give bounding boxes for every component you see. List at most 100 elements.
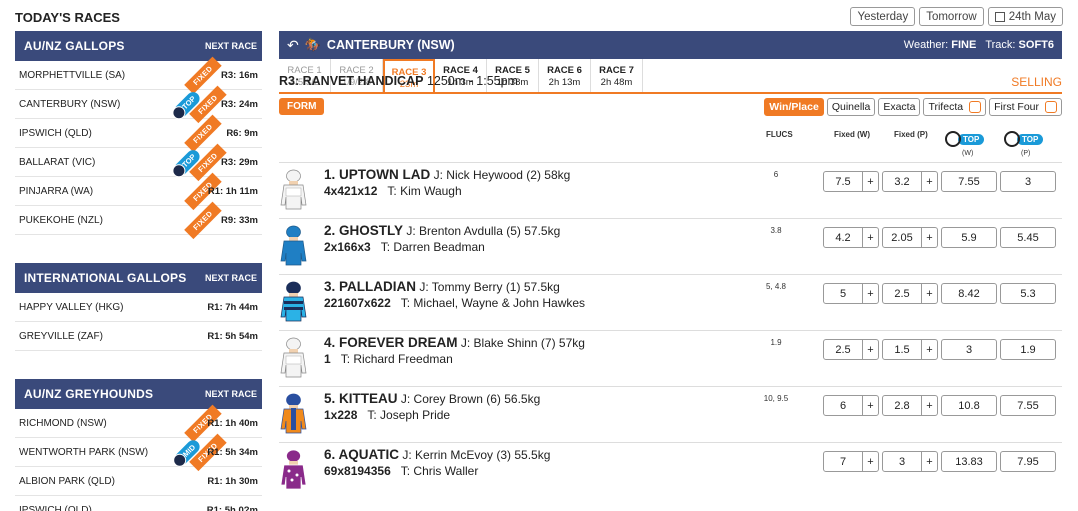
fixed-win-odds-button[interactable]: 2.5 + <box>823 339 879 360</box>
runner-form-line: 69x8194356 T: Chris Waller <box>324 464 478 478</box>
runner-form: 4x421x12 <box>324 184 378 198</box>
venue-row[interactable]: PINJARRA (WA) FIXED R1: 1h 11m <box>15 172 262 211</box>
fixed-place-odds-button[interactable]: 3.2 + <box>882 171 938 192</box>
add-bet-plus-icon[interactable]: + <box>862 452 878 471</box>
add-bet-plus-icon[interactable]: + <box>862 284 878 303</box>
next-race-time: R1: 1h 11m <box>207 185 258 197</box>
add-bet-plus-icon[interactable]: + <box>862 228 878 247</box>
runner-row: 6. AQUATIC J: Kerrin McEvoy (3) 55.5kg 69… <box>279 442 1062 498</box>
runner-row: 4. FOREVER DREAM J: Blake Shinn (7) 57kg… <box>279 330 1062 386</box>
exacta-button[interactable]: Exacta <box>878 98 921 116</box>
race-status: SELLING <box>1011 75 1062 89</box>
top-win-odds-button[interactable]: 13.83 <box>941 451 997 472</box>
add-bet-plus-icon[interactable]: + <box>921 172 937 191</box>
win-place-button[interactable]: Win/Place <box>764 98 824 116</box>
runner-name[interactable]: 4. FOREVER DREAM <box>324 335 458 350</box>
next-race-label: NEXT RACE <box>204 41 257 51</box>
jockey-info: J: Kerrin McEvoy (3) 55.5kg <box>402 448 551 462</box>
venue-name: IPSWICH (QLD) <box>19 127 92 139</box>
fixed-win-odds-button[interactable]: 4.2 + <box>823 227 879 248</box>
fixed-win-header: Fixed (W) <box>834 130 870 139</box>
jockey-silk-icon <box>280 223 307 267</box>
runner-name[interactable]: 6. AQUATIC <box>324 447 399 462</box>
top-place-odds-button[interactable]: 5.45 <box>1000 227 1056 248</box>
runner-name[interactable]: 5. KITTEAU <box>324 391 398 406</box>
venue-row[interactable]: HAPPY VALLEY (HKG) R1: 7h 44m <box>15 293 262 322</box>
venue-name: CANTERBURY (NSW) <box>19 98 121 110</box>
add-bet-plus-icon[interactable]: + <box>862 340 878 359</box>
top-place-odds-button[interactable]: 7.55 <box>1000 395 1056 416</box>
fixed-place-odds-button[interactable]: 3 + <box>882 451 938 472</box>
jockey-silk-icon <box>280 335 307 379</box>
runner-title: 4. FOREVER DREAM J: Blake Shinn (7) 57kg <box>324 335 585 350</box>
fixed-place-odds-button[interactable]: 1.5 + <box>882 339 938 360</box>
venue-row[interactable]: WENTWORTH PARK (NSW) MID FIXED R1: 5h 34m <box>15 433 262 472</box>
race-details: 1250m - 1:55pm <box>426 74 518 88</box>
fixed-win-odds-button[interactable]: 5 + <box>823 283 879 304</box>
top-win-odds-button[interactable]: 5.9 <box>941 227 997 248</box>
venue-row[interactable]: CANTERBURY (NSW) TOP FIXED R3: 24m <box>15 85 262 124</box>
runner-name[interactable]: 2. GHOSTLY <box>324 223 403 238</box>
add-bet-plus-icon[interactable]: + <box>921 228 937 247</box>
flucs-value: 3.8 <box>770 226 782 235</box>
runner-title: 2. GHOSTLY J: Brenton Avdulla (5) 57.5kg <box>324 223 560 238</box>
top-place-odds-button[interactable]: 3 <box>1000 171 1056 192</box>
venue-row[interactable]: ALBION PARK (QLD) R1: 1h 30m <box>15 467 262 496</box>
runner-form: 2x166x3 <box>324 240 371 254</box>
section-title: AU/NZ GALLOPS <box>24 39 125 53</box>
first-four-button[interactable]: First Four <box>989 98 1062 116</box>
fixed-win-odds-button[interactable]: 7.5 + <box>823 171 879 192</box>
runner-title: 5. KITTEAU J: Corey Brown (6) 56.5kg <box>324 391 540 406</box>
venue-row[interactable]: IPSWICH (QLD) R1: 5h 0?m <box>15 496 262 511</box>
form-button[interactable]: FORM <box>279 98 325 115</box>
add-bet-plus-icon[interactable]: + <box>921 396 937 415</box>
section-header: INTERNATIONAL GALLOPS NEXT RACE <box>15 263 262 293</box>
top-win-odds-button[interactable]: 7.55 <box>941 171 997 192</box>
fixed-place-odds-button[interactable]: 2.05 + <box>882 227 938 248</box>
top-win-odds-button[interactable]: 8.42 <box>941 283 997 304</box>
top-win-header: TOP <box>945 131 985 147</box>
add-bet-plus-icon[interactable]: + <box>921 452 937 471</box>
trifecta-button[interactable]: Trifecta <box>923 98 987 116</box>
section-1: INTERNATIONAL GALLOPS NEXT RACE HAPPY VALL… <box>15 263 262 351</box>
fixed-place-odds-button[interactable]: 2.5 + <box>882 283 938 304</box>
trainer-info: T: Michael, Wayne & John Hawkes <box>400 296 586 310</box>
runner-title: 6. AQUATIC J: Kerrin McEvoy (3) 55.5kg <box>324 447 550 462</box>
top-win-odds-button[interactable]: 10.8 <box>941 395 997 416</box>
page-title: TODAY'S RACES <box>15 10 120 25</box>
venue-row[interactable]: MORPHETTVILLE (SA) FIXED R3: 16m <box>15 56 262 95</box>
add-bet-plus-icon[interactable]: + <box>862 396 878 415</box>
quinella-button[interactable]: Quinella <box>826 98 876 116</box>
runner-title: 3. PALLADIAN J: Tommy Berry (1) 57.5kg <box>324 279 560 294</box>
fixed-place-odds-button[interactable]: 2.8 + <box>882 395 938 416</box>
next-race-time: R3: 29m <box>221 156 258 168</box>
top-place-odds-button[interactable]: 5.3 <box>1000 283 1056 304</box>
fixed-win-odds-button[interactable]: 7 + <box>823 451 879 472</box>
venue-row[interactable]: RICHMOND (NSW) FIXED R1: 1h 40m <box>15 404 262 443</box>
add-bet-plus-icon[interactable]: + <box>862 172 878 191</box>
venue-row[interactable]: PUKEKOHE (NZL) FIXED R9: 33m <box>15 201 262 240</box>
trainer-info: T: Kim Waugh <box>387 184 462 198</box>
venue-row[interactable]: BALLARAT (VIC) TOP FIXED R3: 29m <box>15 143 262 182</box>
next-race-label: NEXT RACE <box>204 273 257 283</box>
first-four-checkbox[interactable] <box>1045 101 1057 113</box>
venue-name: MORPHETTVILLE (SA) <box>19 69 126 81</box>
top-win-odds-button[interactable]: 3 <box>941 339 997 360</box>
top-place-odds-button[interactable]: 1.9 <box>1000 339 1056 360</box>
trifecta-checkbox[interactable] <box>969 101 982 113</box>
venue-row[interactable]: IPSWICH (QLD) FIXED R6: 9m <box>15 114 262 153</box>
fixed-win-odds-button[interactable]: 6 + <box>823 395 879 416</box>
runner-title: 1. UPTOWN LAD J: Nick Heywood (2) 58kg <box>324 167 570 182</box>
jockey-info: J: Tommy Berry (1) 57.5kg <box>419 280 560 294</box>
top-place-odds-button[interactable]: 7.95 <box>1000 451 1056 472</box>
add-bet-plus-icon[interactable]: + <box>921 340 937 359</box>
runner-name[interactable]: 1. UPTOWN LAD <box>324 167 430 182</box>
next-race-time: R3: 16m <box>221 69 258 81</box>
runner-name[interactable]: 3. PALLADIAN <box>324 279 416 294</box>
fixed-ribbon: FIXED <box>179 114 227 153</box>
g-logo-icon <box>1004 131 1020 147</box>
add-bet-plus-icon[interactable]: + <box>921 284 937 303</box>
venue-row[interactable]: GREYVILLE (ZAF) R1: 5h 54m <box>15 322 262 351</box>
runner-list: 1. UPTOWN LAD J: Nick Heywood (2) 58kg 4x… <box>279 162 1062 498</box>
next-race-time: R1: 1h 30m <box>207 475 258 487</box>
